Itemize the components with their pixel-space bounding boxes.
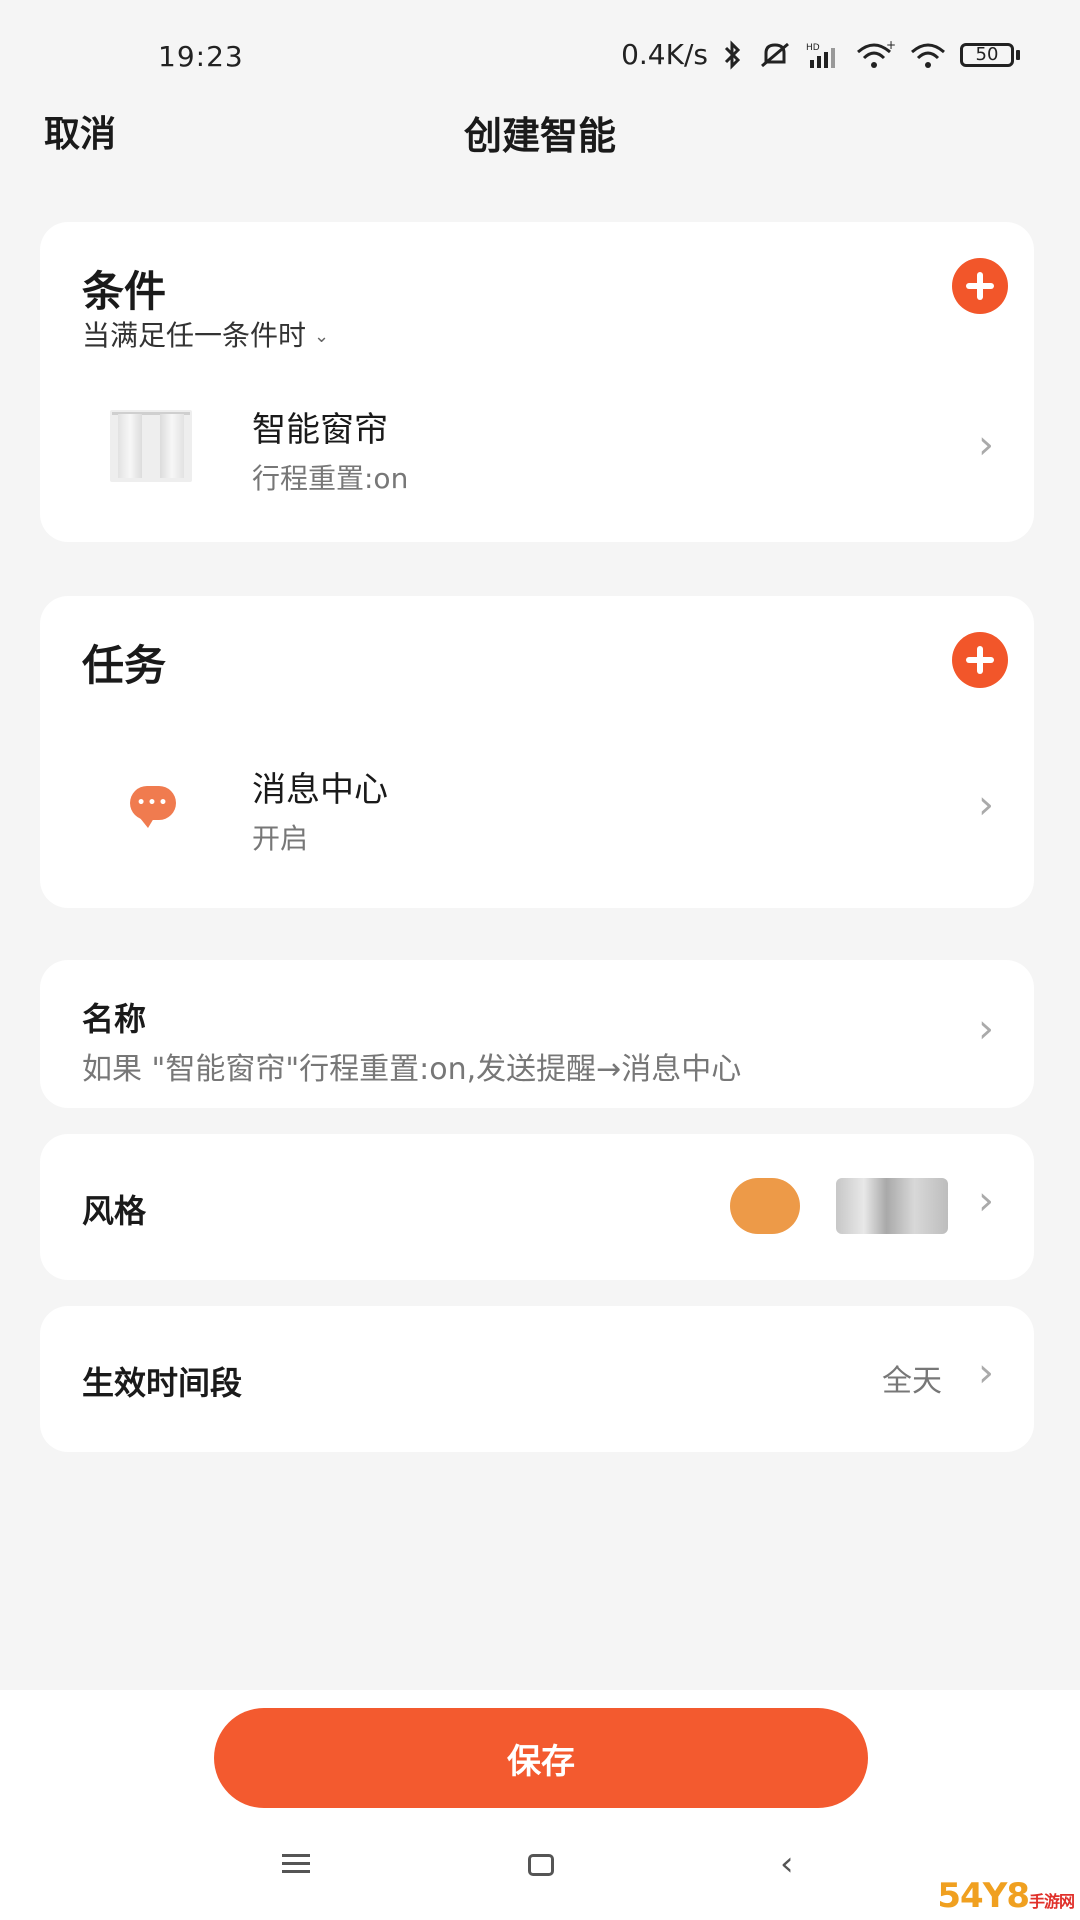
save-button[interactable]: 保存 [214, 1708, 868, 1808]
time-setting-row[interactable]: 生效时间段 全天 › [40, 1306, 1034, 1452]
menu-icon[interactable] [282, 1854, 310, 1874]
site-watermark: 54Y8手游网 [937, 1876, 1075, 1916]
tasks-card: 任务 ••• 消息中心 开启 › [40, 596, 1034, 908]
mute-icon [758, 40, 792, 70]
chevron-right-icon: › [978, 1178, 994, 1224]
chevron-right-icon: › [978, 782, 994, 828]
system-nav-bar: ‹ [0, 1840, 1080, 1900]
task-item[interactable]: ••• 消息中心 开启 › [40, 742, 1034, 872]
style-image-thumbnail [836, 1178, 948, 1234]
condition-item-subtitle: 行程重置:on [252, 462, 409, 495]
page-title: 创建智能 [463, 114, 616, 158]
signal-hd-icon: HD [806, 40, 842, 70]
battery-icon: 50 [960, 42, 1020, 67]
status-time: 19:23 [158, 40, 244, 73]
svg-text:+: + [886, 40, 896, 52]
chevron-right-icon: › [978, 1006, 994, 1052]
conditions-card: 条件 当满足任一条件时 ⌄ 智能窗帘 行程重置:on › [40, 222, 1034, 542]
message-bubble-icon: ••• [130, 786, 176, 828]
svg-text:HD: HD [806, 43, 820, 53]
home-icon[interactable] [528, 1854, 554, 1876]
conditions-title: 条件 [82, 267, 167, 316]
chevron-right-icon: › [978, 422, 994, 468]
header: 取消 创建智能 [0, 95, 1080, 175]
chevron-right-icon: › [978, 1350, 994, 1396]
condition-item[interactable]: 智能窗帘 行程重置:on › [40, 382, 1034, 512]
time-label: 生效时间段 [82, 1364, 243, 1402]
curtain-icon [110, 410, 192, 482]
watermark-text: 54Y8 [937, 1876, 1030, 1916]
style-color-swatch [730, 1178, 800, 1234]
chevron-down-icon: ⌄ [314, 325, 330, 347]
name-label: 名称 [82, 1000, 147, 1038]
condition-match-label: 当满足任一条件时 [82, 319, 307, 352]
condition-item-title: 智能窗帘 [252, 410, 388, 450]
add-task-button[interactable] [952, 632, 1008, 688]
network-speed: 0.4K/s [621, 38, 708, 71]
style-setting-row[interactable]: 风格 › [40, 1134, 1034, 1280]
watermark-sub: 手游网 [1028, 1892, 1075, 1911]
back-icon[interactable]: ‹ [780, 1844, 794, 1884]
add-condition-button[interactable] [952, 258, 1008, 314]
status-icons: 0.4K/s HD + 50 [621, 38, 1020, 71]
wifi-icon [910, 40, 946, 70]
status-bar: 19:23 0.4K/s HD + 50 [0, 0, 1080, 110]
bluetooth-icon [722, 39, 744, 70]
battery-level: 50 [960, 42, 1014, 67]
time-value: 全天 [882, 1364, 942, 1399]
name-setting-row[interactable]: 名称 如果 "智能窗帘"行程重置:on,发送提醒→消息中心 › [40, 960, 1034, 1108]
style-label: 风格 [82, 1192, 147, 1230]
task-item-subtitle: 开启 [252, 822, 309, 855]
wifi-plus-icon: + [856, 40, 896, 70]
name-value: 如果 "智能窗帘"行程重置:on,发送提醒→消息中心 [82, 1052, 742, 1087]
tasks-title: 任务 [82, 641, 167, 690]
condition-match-selector[interactable]: 当满足任一条件时 ⌄ [82, 314, 329, 354]
task-item-title: 消息中心 [252, 770, 388, 810]
